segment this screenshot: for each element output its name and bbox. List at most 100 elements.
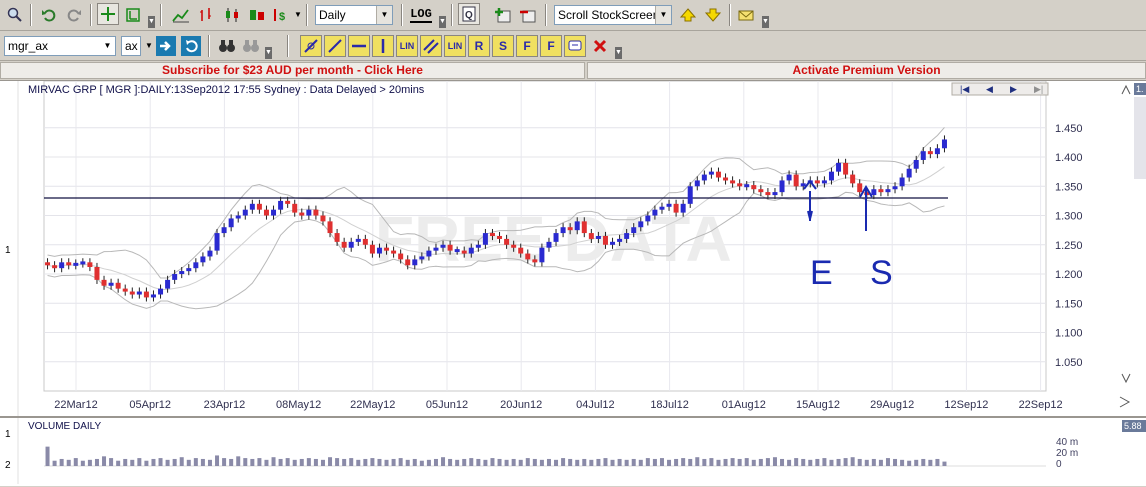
- toolbar-separator: [729, 4, 731, 26]
- linear-regression-button[interactable]: LIN: [396, 35, 418, 57]
- toolbar-overflow-icon[interactable]: ▼: [762, 16, 769, 28]
- screen-select[interactable]: Scroll StockScreen ▼: [554, 5, 672, 25]
- cursor-mode-icon[interactable]: [122, 4, 144, 26]
- volume-bar: [582, 458, 587, 466]
- volume-bar: [900, 459, 905, 466]
- volume-bar: [857, 458, 862, 466]
- toolbar-separator: [451, 4, 453, 26]
- exchange-dropdown-icon[interactable]: ▼: [145, 41, 153, 50]
- volume-bar: [532, 458, 537, 466]
- subscribe-link[interactable]: Subscribe for $23 AUD per month - Click …: [0, 62, 585, 79]
- volume-bar: [546, 458, 551, 466]
- refresh-icon[interactable]: [181, 36, 201, 56]
- volume-bar: [787, 459, 792, 466]
- undo-icon[interactable]: [38, 4, 60, 26]
- scroll-down-icon[interactable]: [702, 4, 724, 26]
- volume-bar: [151, 458, 156, 466]
- symbol-input[interactable]: mgr_ax ▼: [4, 36, 116, 56]
- heikin-ashi-icon[interactable]: [246, 4, 268, 26]
- email-icon[interactable]: [735, 4, 757, 26]
- price-chart[interactable]: 1 FREE DATA MIRVAC GRP [ MGR ]:DAILY:13S…: [0, 80, 1146, 416]
- exchange-input[interactable]: ax: [121, 36, 141, 56]
- volume-bar: [850, 457, 855, 466]
- compare-dropdown-icon[interactable]: ▼: [294, 10, 302, 19]
- nav-next-button[interactable]: ▶: [1010, 84, 1017, 94]
- scroll-up-arrow-icon[interactable]: [1121, 84, 1131, 95]
- volume-bar: [921, 458, 926, 466]
- log-scale-button[interactable]: LOG: [408, 4, 434, 26]
- text-annotation-icon[interactable]: [564, 35, 586, 57]
- volume-bar: [412, 458, 417, 466]
- volume-bar: [765, 458, 770, 466]
- parallel-lines-icon[interactable]: [420, 35, 442, 57]
- scroll-right-arrow-icon[interactable]: [1119, 396, 1131, 408]
- fan-button[interactable]: F: [516, 35, 538, 57]
- nav-prev-button[interactable]: ◀: [986, 84, 993, 94]
- nav-last-button[interactable]: ▶|: [1034, 84, 1043, 94]
- volume-chart[interactable]: 1 2 VOLUME DAILY 5.88 40 m 20 m 0: [0, 418, 1146, 484]
- toolbar-overflow-icon[interactable]: ▼: [148, 16, 155, 28]
- crosshair-icon[interactable]: [97, 3, 119, 25]
- nav-first-button[interactable]: |◀: [960, 84, 969, 94]
- volume-bar: [73, 458, 78, 466]
- zoom-icon[interactable]: [4, 4, 26, 26]
- y-tick-label: 1.050: [1055, 357, 1083, 369]
- horizontal-line-icon[interactable]: [348, 35, 370, 57]
- y-tick-label: 1.400: [1055, 152, 1083, 164]
- volume-bar: [794, 458, 799, 466]
- volume-bar: [441, 457, 446, 466]
- activate-premium-link[interactable]: Activate Premium Version: [587, 62, 1146, 79]
- y-tick-label: 1.250: [1055, 240, 1083, 252]
- x-tick-label: 05Apr12: [129, 399, 171, 411]
- toolbar-overflow-icon[interactable]: ▼: [615, 47, 622, 59]
- volume-bar: [158, 458, 163, 466]
- volume-bar: [257, 458, 262, 466]
- y-tick-label: 1.150: [1055, 298, 1083, 310]
- symbol-value: mgr_ax: [8, 39, 49, 53]
- line-chart-icon[interactable]: [170, 4, 192, 26]
- fibonacci-icon[interactable]: [300, 35, 322, 57]
- fib-extension-label: F: [547, 39, 555, 53]
- quote-icon[interactable]: Q: [458, 3, 480, 25]
- interval-select[interactable]: Daily ▼: [315, 5, 393, 25]
- resistance-button[interactable]: R: [468, 35, 490, 57]
- vertical-line-icon[interactable]: [372, 35, 394, 57]
- linear-channel-button[interactable]: LIN: [444, 35, 466, 57]
- volume-bar: [264, 459, 269, 466]
- volume-bar: [589, 459, 594, 466]
- binoculars-disabled-icon[interactable]: [240, 35, 262, 57]
- scroll-up-icon[interactable]: [677, 4, 699, 26]
- volume-bar: [737, 458, 742, 466]
- delete-drawings-icon[interactable]: [589, 35, 611, 57]
- volume-bar: [342, 458, 347, 466]
- binoculars-icon[interactable]: [216, 35, 238, 57]
- side-scale-strip: 1.: [1134, 83, 1146, 179]
- trendline-icon[interactable]: [324, 35, 346, 57]
- toolbar-overflow-icon[interactable]: ▼: [265, 47, 272, 59]
- candlestick-icon[interactable]: [221, 4, 243, 26]
- bar-chart-icon[interactable]: [196, 4, 218, 26]
- volume-bar: [942, 461, 947, 466]
- add-watchlist-icon[interactable]: [492, 4, 514, 26]
- x-tick-label: 20Jun12: [500, 399, 542, 411]
- toolbar-separator: [208, 35, 210, 57]
- volume-bar: [165, 459, 170, 466]
- redo-icon[interactable]: [63, 4, 85, 26]
- volume-bar: [709, 458, 714, 466]
- volume-panel[interactable]: 1 2 VOLUME DAILY 5.88 40 m 20 m 0: [0, 416, 1146, 486]
- compare-icon[interactable]: $: [270, 4, 292, 26]
- x-tick-label: 18Jul12: [650, 399, 689, 411]
- go-arrow-icon[interactable]: [156, 36, 176, 56]
- volume-bar: [539, 459, 544, 466]
- toolbar-overflow-icon[interactable]: ▼: [439, 16, 446, 28]
- volume-bar: [836, 458, 841, 466]
- volume-bar: [250, 458, 255, 466]
- scroll-down-arrow-icon[interactable]: [1121, 373, 1131, 384]
- fib-extension-button[interactable]: F: [540, 35, 562, 57]
- volume-bar: [271, 457, 276, 466]
- x-tick-label: 22Sep12: [1019, 399, 1063, 411]
- price-chart-panel[interactable]: 1 FREE DATA MIRVAC GRP [ MGR ]:DAILY:13S…: [0, 80, 1146, 417]
- remove-watchlist-icon[interactable]: [517, 4, 539, 26]
- support-button[interactable]: S: [492, 35, 514, 57]
- volume-bar: [320, 459, 325, 466]
